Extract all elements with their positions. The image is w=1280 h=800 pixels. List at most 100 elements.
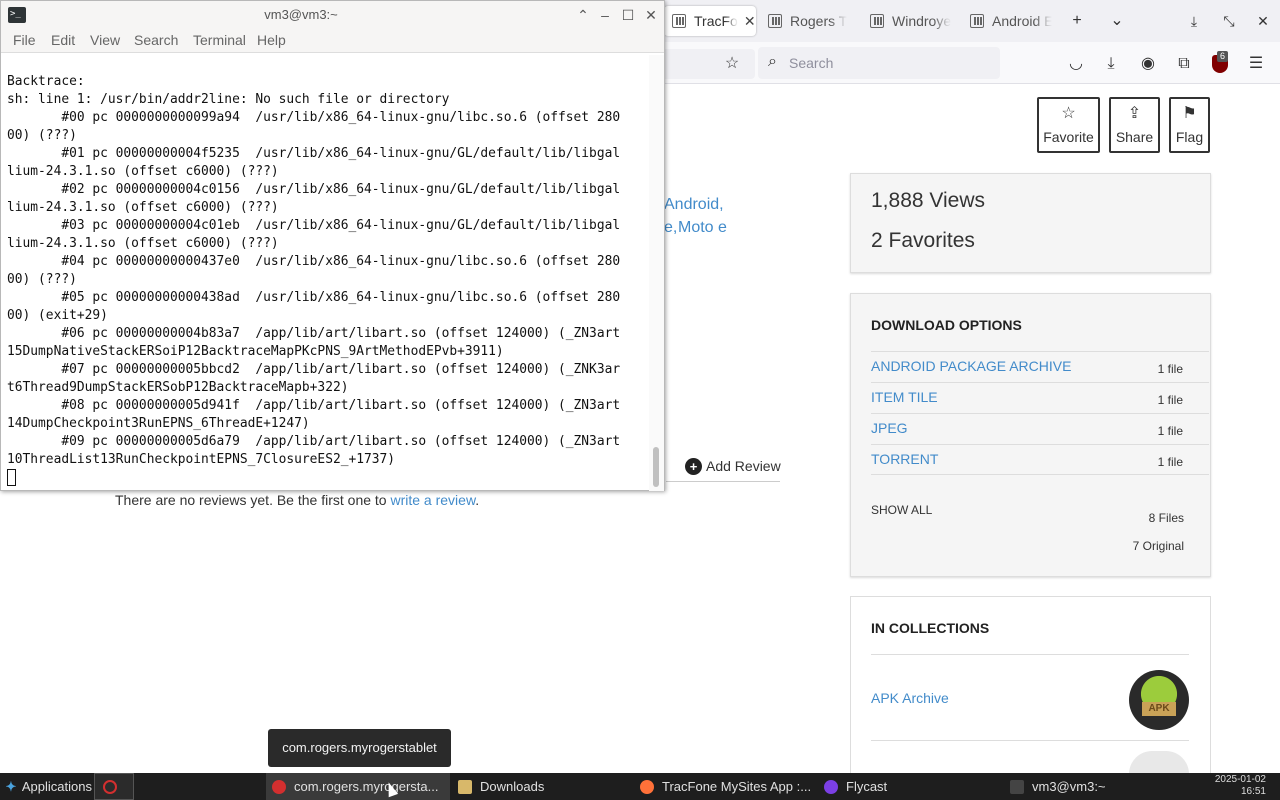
taskbar-item-firefox[interactable]: TracFone MySites App :...	[634, 773, 820, 800]
archive-favicon-icon	[672, 14, 686, 28]
bookmark-star-icon[interactable]: ☆	[721, 53, 743, 75]
divider	[871, 740, 1189, 741]
taskbar-item-downloads[interactable]: Downloads	[452, 773, 632, 800]
taskbar-item-terminal[interactable]: vm3@vm3:~	[1004, 773, 1188, 800]
maximize-window-icon[interactable]: ☐	[620, 6, 636, 24]
terminal-cursor-line	[7, 469, 647, 488]
download-option-row[interactable]: JPEG 1 file	[871, 413, 1209, 444]
close-window-icon[interactable]: ✕	[643, 6, 659, 24]
firefox-icon	[640, 779, 654, 794]
shade-window-icon[interactable]: ⌃	[575, 6, 591, 24]
add-review-button[interactable]: + Add Review	[685, 458, 781, 475]
terminal-line: 00) (???)	[7, 128, 77, 143]
restore-browser-icon[interactable]: ⤡	[1218, 11, 1240, 31]
taskbar-tooltip: com.rogers.myrogerstablet	[268, 729, 451, 767]
plus-circle-icon: +	[685, 458, 702, 475]
views-count: 1,888 Views	[871, 189, 986, 212]
terminal-scrollbar[interactable]	[649, 55, 664, 491]
menu-edit[interactable]: Edit	[51, 32, 75, 48]
downloads-icon[interactable]: ⤓	[1100, 53, 1122, 75]
tab-label: Windroye	[892, 13, 952, 29]
terminal-line: #07 pc 00000000005bbcd2 /app/lib/art/lib…	[7, 362, 621, 377]
terminal-line: 14DumpCheckpoint3RunEPNS_6ThreadE+1247)	[7, 416, 310, 431]
download-options-card: DOWNLOAD OPTIONS ANDROID PACKAGE ARCHIVE…	[850, 293, 1211, 577]
terminal-line: t6Thread9DumpStackERSobP12BacktraceMapb+…	[7, 380, 349, 395]
terminal-line: #04 pc 00000000000437e0 /usr/lib/x86_64-…	[7, 254, 621, 269]
menu-terminal[interactable]: Terminal	[193, 32, 246, 48]
menu-file[interactable]: File	[13, 32, 36, 48]
terminal-line: #01 pc 00000000004f5235 /usr/lib/x86_64-…	[7, 146, 621, 161]
apk-archive-avatar[interactable]: APK	[1129, 670, 1189, 730]
new-tab-icon[interactable]: +	[1066, 11, 1088, 31]
taskbar-item-rogers[interactable]: com.rogers.myrogersta...	[266, 773, 450, 800]
menu-help[interactable]: Help	[257, 32, 286, 48]
collection-link-apk-archive[interactable]: APK Archive	[871, 690, 949, 706]
menu-icon[interactable]: ☰	[1245, 53, 1267, 75]
close-tab-icon[interactable]: ✕	[744, 13, 756, 30]
share-button[interactable]: ⇪ Share	[1109, 97, 1160, 153]
terminal-line: #02 pc 00000000004c0156 /usr/lib/x86_64-…	[7, 182, 621, 197]
taskbar: ✦ Applications com.rogers.myrogersta... …	[0, 773, 1280, 800]
tab-label: Android E	[992, 13, 1052, 29]
tab-tracfone[interactable]: TracFo ✕	[664, 6, 756, 36]
clock[interactable]: 2025-01-02 16:51	[1215, 774, 1266, 798]
scrollbar-thumb[interactable]	[653, 447, 659, 487]
terminal-title: vm3@vm3:~	[264, 7, 338, 22]
flycast-icon	[824, 779, 838, 794]
write-review-link[interactable]: write a review	[390, 492, 475, 508]
tab-rogers[interactable]: Rogers T	[760, 6, 858, 36]
close-browser-icon[interactable]: ✕	[1252, 11, 1274, 31]
download-options-title: DOWNLOAD OPTIONS	[871, 317, 1022, 333]
terminal-titlebar[interactable]: >_ vm3@vm3:~ ⌃ – ☐ ✕	[1, 1, 664, 29]
stats-card: 1,888 Views 2 Favorites	[850, 173, 1211, 273]
account-icon[interactable]: ◉	[1137, 53, 1159, 75]
tab-windroye[interactable]: Windroye	[862, 6, 960, 36]
terminal-line: lium-24.3.1.so (offset c6000) (???)	[7, 164, 279, 179]
terminal-line: lium-24.3.1.so (offset c6000) (???)	[7, 200, 279, 215]
flag-button[interactable]: ⚑ Flag	[1169, 97, 1210, 153]
tab-label: TracFo	[694, 13, 738, 29]
app-icon	[272, 779, 286, 794]
workspace-switcher[interactable]	[94, 773, 134, 800]
tab-list-icon[interactable]: ⌄	[1106, 11, 1128, 31]
taskbar-item-flycast[interactable]: Flycast	[818, 773, 1002, 800]
terminal-icon	[1010, 779, 1024, 794]
archive-favicon-icon	[768, 14, 782, 28]
archive-favicon-icon	[870, 14, 884, 28]
menu-view[interactable]: View	[90, 32, 120, 48]
collections-card: IN COLLECTIONS APK Archive APK	[850, 596, 1211, 774]
applications-menu[interactable]: ✦ Applications	[0, 773, 92, 800]
terminal-menubar: File Edit View Search Terminal Help	[1, 29, 664, 53]
total-files: 8 Files	[1148, 511, 1184, 525]
download-option-row[interactable]: ITEM TILE 1 file	[871, 382, 1209, 413]
folder-icon	[458, 779, 472, 794]
no-reviews-text: There are no reviews yet. Be the first o…	[115, 492, 480, 508]
terminal-line: 00) (exit+29)	[7, 308, 108, 323]
pocket-icon[interactable]: ◡	[1065, 53, 1087, 75]
collection-avatar-partial[interactable]	[1129, 751, 1189, 774]
tab-android[interactable]: Android E	[962, 6, 1052, 36]
download-option-row[interactable]: TORRENT 1 file	[871, 444, 1209, 475]
terminal-line: #00 pc 0000000000099a94 /usr/lib/x86_64-…	[7, 110, 621, 125]
topic-link-moto-e[interactable]: Moto e	[678, 219, 727, 237]
search-box[interactable]: ⌕ Search	[758, 47, 1000, 79]
menu-search[interactable]: Search	[134, 32, 178, 48]
show-all-link[interactable]: SHOW ALL	[871, 503, 932, 517]
clock-time: 16:51	[1240, 786, 1266, 797]
minimize-browser-icon[interactable]: ⤓	[1183, 11, 1205, 31]
terminal-line: sh: line 1: /usr/bin/addr2line: No such …	[7, 92, 450, 107]
terminal-output[interactable]: Backtrace: sh: line 1: /usr/bin/addr2line…	[7, 73, 647, 488]
collections-title: IN COLLECTIONS	[871, 620, 990, 636]
extensions-icon[interactable]: ⧉	[1173, 53, 1195, 75]
clock-date: 2025-01-02	[1214, 774, 1266, 785]
topic-link-android[interactable]: Android,	[664, 196, 724, 214]
terminal-window[interactable]: >_ vm3@vm3:~ ⌃ – ☐ ✕ File Edit View Sear…	[0, 0, 665, 491]
star-icon: ☆	[1061, 105, 1076, 122]
ublock-badge: 6	[1217, 51, 1229, 62]
minimize-window-icon[interactable]: –	[597, 6, 613, 24]
divider	[666, 481, 780, 482]
download-option-row[interactable]: ANDROID PACKAGE ARCHIVE 1 file	[871, 351, 1209, 382]
favorite-button[interactable]: ☆ Favorite	[1037, 97, 1100, 153]
topic-link-partial[interactable]: e,	[664, 219, 677, 237]
terminal-line: #06 pc 00000000004b83a7 /app/lib/art/lib…	[7, 326, 621, 341]
